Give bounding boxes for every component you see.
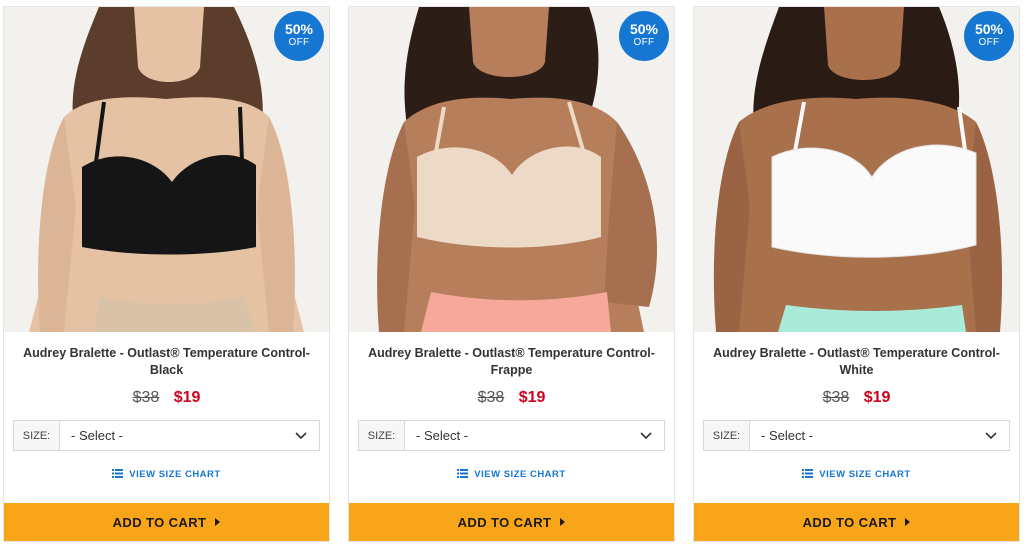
discount-off-label: OFF bbox=[288, 37, 310, 48]
chevron-down-icon bbox=[985, 431, 997, 439]
size-dropdown-value: - Select - bbox=[71, 428, 124, 443]
product-title[interactable]: Audrey Bralette - Outlast® Temperature C… bbox=[14, 345, 319, 379]
view-size-chart-link[interactable]: VIEW SIZE CHART bbox=[4, 469, 329, 480]
caret-right-icon bbox=[905, 518, 911, 526]
discount-percent: 50% bbox=[629, 21, 659, 37]
list-icon bbox=[802, 469, 814, 478]
discount-percent: 50% bbox=[974, 21, 1004, 37]
discount-badge: 50% OFF bbox=[619, 11, 669, 61]
product-photo bbox=[349, 7, 674, 332]
product-card: 50% OFF Audrey Bralette - Outlast® Tempe… bbox=[3, 6, 330, 542]
size-dropdown[interactable]: - Select - bbox=[405, 421, 664, 450]
list-icon bbox=[112, 469, 124, 478]
caret-right-icon bbox=[560, 518, 566, 526]
discount-badge: 50% OFF bbox=[964, 11, 1014, 61]
product-grid: 50% OFF Audrey Bralette - Outlast® Tempe… bbox=[0, 0, 1024, 544]
original-price: $38 bbox=[822, 389, 850, 406]
product-image[interactable]: 50% OFF bbox=[349, 7, 674, 332]
size-dropdown[interactable]: - Select - bbox=[60, 421, 319, 450]
add-to-cart-label: ADD TO CART bbox=[457, 514, 552, 530]
size-selector: SIZE: - Select - bbox=[703, 420, 1010, 451]
size-selector: SIZE: - Select - bbox=[358, 420, 665, 451]
discount-off-label: OFF bbox=[978, 37, 1000, 48]
size-chart-label: VIEW SIZE CHART bbox=[819, 469, 911, 480]
product-card: 50% OFF Audrey Bralette - Outlast® Tempe… bbox=[693, 6, 1020, 542]
add-to-cart-label: ADD TO CART bbox=[802, 514, 897, 530]
product-title[interactable]: Audrey Bralette - Outlast® Temperature C… bbox=[704, 345, 1009, 379]
size-dropdown-value: - Select - bbox=[761, 428, 814, 443]
sale-price: $19 bbox=[863, 389, 891, 406]
view-size-chart-link[interactable]: VIEW SIZE CHART bbox=[694, 469, 1019, 480]
discount-badge: 50% OFF bbox=[274, 11, 324, 61]
add-to-cart-button[interactable]: ADD TO CART bbox=[4, 503, 329, 541]
original-price: $38 bbox=[132, 389, 160, 406]
size-label: SIZE: bbox=[704, 421, 750, 450]
product-title[interactable]: Audrey Bralette - Outlast® Temperature C… bbox=[359, 345, 664, 379]
size-dropdown[interactable]: - Select - bbox=[750, 421, 1009, 450]
size-label: SIZE: bbox=[359, 421, 405, 450]
add-to-cart-label: ADD TO CART bbox=[112, 514, 207, 530]
discount-percent: 50% bbox=[284, 21, 314, 37]
sale-price: $19 bbox=[518, 389, 546, 406]
price-block: $38 $19 bbox=[349, 389, 674, 407]
product-image[interactable]: 50% OFF bbox=[694, 7, 1019, 332]
caret-right-icon bbox=[215, 518, 221, 526]
size-chart-label: VIEW SIZE CHART bbox=[474, 469, 566, 480]
size-chart-label: VIEW SIZE CHART bbox=[129, 469, 221, 480]
product-photo bbox=[694, 7, 1019, 332]
list-icon bbox=[457, 469, 469, 478]
size-dropdown-value: - Select - bbox=[416, 428, 469, 443]
view-size-chart-link[interactable]: VIEW SIZE CHART bbox=[349, 469, 674, 480]
chevron-down-icon bbox=[295, 431, 307, 439]
product-image[interactable]: 50% OFF bbox=[4, 7, 329, 332]
discount-off-label: OFF bbox=[633, 37, 655, 48]
price-block: $38 $19 bbox=[694, 389, 1019, 407]
price-block: $38 $19 bbox=[4, 389, 329, 407]
add-to-cart-button[interactable]: ADD TO CART bbox=[349, 503, 674, 541]
chevron-down-icon bbox=[640, 431, 652, 439]
size-label: SIZE: bbox=[14, 421, 60, 450]
product-card: 50% OFF Audrey Bralette - Outlast® Tempe… bbox=[348, 6, 675, 542]
sale-price: $19 bbox=[173, 389, 201, 406]
add-to-cart-button[interactable]: ADD TO CART bbox=[694, 503, 1019, 541]
product-photo bbox=[4, 7, 329, 332]
original-price: $38 bbox=[477, 389, 505, 406]
size-selector: SIZE: - Select - bbox=[13, 420, 320, 451]
